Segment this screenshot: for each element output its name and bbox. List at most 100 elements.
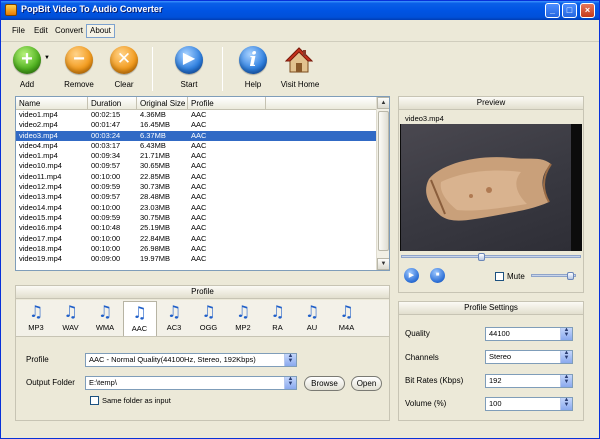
column-name[interactable]: Name — [16, 97, 88, 110]
music-note-icon: ♫ — [28, 302, 44, 321]
quality-select[interactable]: 44100 ▲ ▼ — [485, 327, 573, 341]
bit-rates-value: 192 — [489, 376, 502, 385]
table-row[interactable]: video19.mp4 00:09:00 19.97MB AAC — [16, 254, 376, 264]
title-bar[interactable]: PopBit Video To Audio Converter _ □ × — [1, 1, 599, 20]
format-tab-mp3[interactable]: ♫ MP3 — [19, 301, 53, 336]
table-cell: 6.43MB — [140, 140, 166, 150]
stop-button[interactable]: ■ — [430, 268, 445, 283]
minimize-button[interactable]: _ — [545, 3, 560, 18]
output-folder-field[interactable]: E:\temp\ ▲ ▼ — [85, 376, 297, 390]
open-button[interactable]: Open — [351, 376, 382, 391]
table-cell: 21.71MB — [140, 151, 171, 161]
window-title: PopBit Video To Audio Converter — [21, 4, 163, 14]
table-row[interactable]: video13.mp4 00:09:57 28.48MB AAC — [16, 192, 376, 202]
table-cell: 00:09:59 — [91, 182, 121, 192]
profile-select-value: AAC - Normal Quality(44100Hz, Stereo, 19… — [89, 355, 256, 364]
table-cell: video1.mp4 — [19, 151, 58, 161]
table-row[interactable]: video1.mp4 00:09:34 21.71MB AAC — [16, 151, 376, 161]
table-row[interactable]: video18.mp4 00:10:00 26.98MB AAC — [16, 244, 376, 254]
table-row[interactable]: video12.mp4 00:09:59 30.73MB AAC — [16, 182, 376, 192]
table-row[interactable]: video1.mp4 00:02:15 4.36MB AAC — [16, 110, 376, 120]
table-cell: video16.mp4 — [19, 223, 62, 233]
add-dropdown-arrow-icon[interactable]: ▼ — [44, 55, 50, 61]
format-tab-label: AU — [306, 323, 318, 332]
app-icon — [5, 4, 17, 16]
table-cell: 00:09:57 — [91, 161, 121, 171]
menu-convert[interactable]: Convert — [52, 24, 86, 38]
table-cell: 00:10:00 — [91, 202, 121, 212]
add-button[interactable]: + Add — [4, 45, 50, 91]
table-cell: AAC — [191, 151, 207, 161]
visit-home-button[interactable]: Visit Home — [276, 45, 324, 91]
close-button[interactable]: × — [580, 3, 595, 18]
bit-rates-select[interactable]: 192 ▲ ▼ — [485, 374, 573, 388]
clear-button[interactable]: ✕ Clear — [101, 45, 147, 91]
profile-panel: Profile ♫ MP3 ♫ WAV ♫ WMA ♫ AAC ♫ AC3 ♫ OGG ♫ MP2 ♫ RA ♫… — [15, 285, 390, 421]
same-folder-checkbox[interactable] — [90, 396, 99, 405]
format-tab-mp2[interactable]: ♫ MP2 — [226, 301, 260, 336]
help-button[interactable]: i Help — [230, 45, 276, 91]
table-cell: video3.mp4 — [19, 130, 58, 140]
format-tab-aac[interactable]: ♫ AAC — [122, 301, 157, 336]
format-tab-ac3[interactable]: ♫ AC3 — [157, 301, 191, 336]
mute-checkbox[interactable] — [495, 272, 504, 281]
preview-file-name: video3.mp4 — [405, 114, 444, 123]
play-button[interactable]: ▶ — [404, 268, 419, 283]
table-row[interactable]: video11.mp4 00:10:00 22.85MB AAC — [16, 172, 376, 182]
browse-button[interactable]: Browse — [304, 376, 345, 391]
table-row[interactable]: video4.mp4 00:03:17 6.43MB AAC — [16, 141, 376, 151]
format-tab-wma[interactable]: ♫ WMA — [88, 301, 122, 336]
table-row[interactable]: video17.mp4 00:10:00 22.84MB AAC — [16, 234, 376, 244]
volume-label: Volume (%) — [405, 399, 447, 408]
table-row[interactable]: video15.mp4 00:09:59 30.75MB AAC — [16, 213, 376, 223]
table-cell: 16.45MB — [140, 120, 171, 130]
table-cell: AAC — [191, 130, 207, 140]
table-row[interactable]: video16.mp4 00:10:48 25.19MB AAC — [16, 223, 376, 233]
file-list-scrollbar[interactable]: ▲ ▼ — [376, 97, 389, 270]
format-tab-au[interactable]: ♫ AU — [295, 301, 329, 336]
file-list[interactable]: Name Duration Original Size Profile vide… — [15, 96, 390, 271]
channels-select[interactable]: Stereo ▲ ▼ — [485, 350, 573, 364]
format-tab-ra[interactable]: ♫ RA — [261, 301, 295, 336]
start-button[interactable]: ▶ Start — [166, 45, 212, 91]
plus-icon: + — [13, 46, 41, 74]
bit-rates-label: Bit Rates (Kbps) — [405, 376, 464, 385]
scroll-up-arrow-icon[interactable]: ▲ — [377, 97, 389, 109]
minus-icon: − — [65, 46, 93, 74]
combo-arrows-icon: ▲ ▼ — [560, 328, 572, 340]
table-cell: 4.36MB — [140, 110, 166, 119]
menu-file[interactable]: File — [9, 24, 28, 38]
mute-label: Mute — [507, 272, 525, 281]
volume-select[interactable]: 100 ▲ ▼ — [485, 397, 573, 411]
table-cell: 00:09:59 — [91, 212, 121, 222]
column-profile[interactable]: Profile — [188, 97, 266, 110]
profile-panel-title: Profile — [16, 286, 389, 299]
column-original-size[interactable]: Original Size — [137, 97, 188, 110]
format-tab-wav[interactable]: ♫ WAV — [54, 301, 88, 336]
table-cell: video15.mp4 — [19, 212, 62, 222]
table-row[interactable]: video3.mp4 00:03:24 6.37MB AAC — [16, 130, 376, 141]
format-tab-m4a[interactable]: ♫ M4A — [330, 301, 364, 336]
table-row[interactable]: video2.mp4 00:01:47 16.45MB AAC — [16, 120, 376, 130]
format-tabs: ♫ MP3 ♫ WAV ♫ WMA ♫ AAC ♫ AC3 ♫ OGG ♫ MP2 ♫ RA ♫ AU ♫ M4A — [16, 300, 389, 337]
format-tab-label: MP3 — [28, 323, 44, 332]
profile-select[interactable]: AAC - Normal Quality(44100Hz, Stereo, 19… — [85, 353, 297, 367]
format-tab-ogg[interactable]: ♫ OGG — [192, 301, 226, 336]
scroll-thumb[interactable] — [378, 111, 389, 251]
maximize-button[interactable]: □ — [562, 3, 577, 18]
table-cell: video11.mp4 — [19, 171, 62, 181]
table-cell: 00:10:00 — [91, 233, 121, 243]
toolbar-separator — [222, 47, 223, 91]
table-row[interactable]: video14.mp4 00:10:00 23.03MB AAC — [16, 203, 376, 213]
scroll-down-arrow-icon[interactable]: ▼ — [377, 258, 389, 270]
table-row[interactable]: video10.mp4 00:09:57 30.65MB AAC — [16, 161, 376, 171]
remove-button[interactable]: − Remove — [56, 45, 102, 91]
seek-slider[interactable] — [401, 253, 581, 261]
menu-edit[interactable]: Edit — [31, 24, 51, 38]
menu-about[interactable]: About — [86, 24, 115, 38]
profile-settings-title: Profile Settings — [399, 302, 583, 315]
column-duration[interactable]: Duration — [88, 97, 137, 110]
volume-thumb[interactable] — [567, 272, 575, 280]
seek-thumb[interactable] — [478, 253, 486, 261]
volume-slider[interactable] — [531, 272, 576, 280]
